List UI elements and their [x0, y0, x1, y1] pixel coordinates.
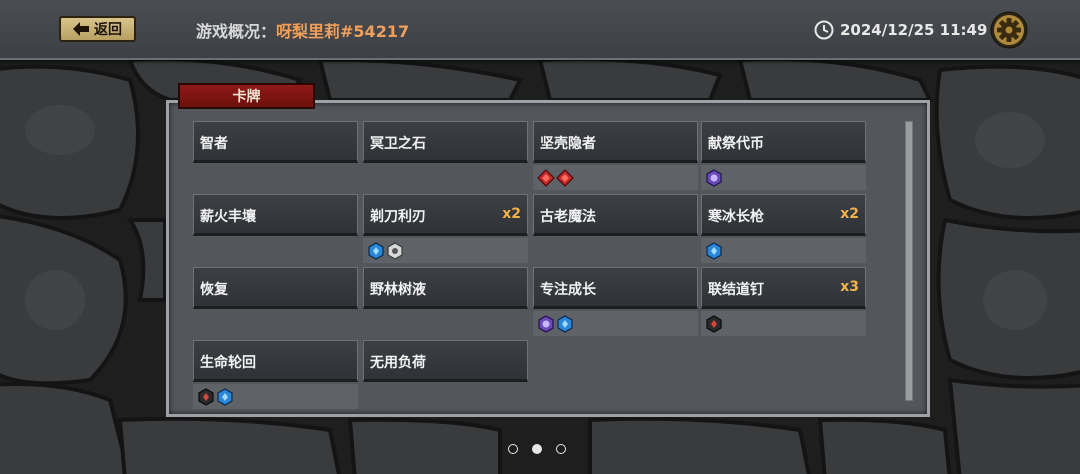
- card-name: 专注成长: [540, 282, 596, 298]
- card-button[interactable]: 无用负荷: [363, 340, 528, 382]
- card-gem-tray: [701, 238, 866, 263]
- card-cell: 薪火丰壤: [193, 194, 358, 266]
- player-name: 呀梨里莉#54217: [276, 22, 410, 41]
- card-button[interactable]: 野林树液: [363, 267, 528, 309]
- card-button[interactable]: 薪火丰壤: [193, 194, 358, 236]
- card-name: 无用负荷: [370, 355, 426, 371]
- black-hex-gem-icon: [705, 314, 723, 333]
- card-button[interactable]: 坚壳隐者: [533, 121, 698, 163]
- page-dot-3[interactable]: [556, 444, 566, 454]
- blue-hex-gem-icon: [367, 241, 385, 260]
- card-multiplier: x2: [502, 206, 521, 222]
- card-cell: 恢复: [193, 267, 358, 339]
- page-dot-1[interactable]: [508, 444, 518, 454]
- card-cell: 无用负荷: [363, 340, 528, 412]
- card-gem-tray: [533, 165, 698, 190]
- card-name: 寒冰长枪: [708, 209, 764, 225]
- clock-icon: [814, 20, 834, 40]
- scrollbar-thumb[interactable]: [906, 122, 912, 400]
- card-button[interactable]: 寒冰长枪 x2: [701, 194, 866, 236]
- card-cell: 智者: [193, 121, 358, 193]
- card-cell: 联结道钉 x3: [701, 267, 866, 339]
- purple-hex-gem-icon: [705, 168, 723, 187]
- card-cell: 专注成长: [533, 267, 698, 339]
- card-name: 冥卫之石: [370, 136, 426, 152]
- card-gem-tray: [701, 311, 866, 336]
- card-button[interactable]: 联结道钉 x3: [701, 267, 866, 309]
- card-name: 恢复: [200, 282, 228, 298]
- red-diamond-gem-icon: [556, 168, 574, 187]
- settings-gear-icon[interactable]: [990, 11, 1028, 49]
- card-name: 联结道钉: [708, 282, 764, 298]
- card-button[interactable]: 冥卫之石: [363, 121, 528, 163]
- back-button[interactable]: 返回: [59, 16, 136, 42]
- card-name: 古老魔法: [540, 209, 596, 225]
- card-cell: 野林树液: [363, 267, 528, 339]
- card-name: 坚壳隐者: [540, 136, 596, 152]
- card-name: 剃刀利刃: [370, 209, 426, 225]
- card-multiplier: x2: [840, 206, 859, 222]
- card-button[interactable]: 古老魔法: [533, 194, 698, 236]
- red-diamond-gem-icon: [537, 168, 555, 187]
- purple-hex-gem-icon: [537, 314, 555, 333]
- card-gem-tray: [363, 238, 528, 263]
- card-button[interactable]: 专注成长: [533, 267, 698, 309]
- card-cell: 古老魔法: [533, 194, 698, 266]
- card-button[interactable]: 剃刀利刃 x2: [363, 194, 528, 236]
- arrow-left-icon: [73, 22, 89, 36]
- black-hex-gem-icon: [197, 387, 215, 406]
- card-name: 野林树液: [370, 282, 426, 298]
- page-title: 游戏概况：呀梨里莉#54217: [196, 18, 409, 42]
- top-bar: 返回 游戏概况：呀梨里莉#54217 2024/12/25 11:49: [0, 0, 1080, 60]
- card-name: 献祭代币: [708, 136, 764, 152]
- blue-hex-gem-icon: [705, 241, 723, 260]
- card-button[interactable]: 生命轮回: [193, 340, 358, 382]
- card-name: 智者: [200, 136, 228, 152]
- card-cell: 献祭代币: [701, 121, 866, 193]
- scrollbar[interactable]: [905, 121, 913, 401]
- page-indicator: [508, 444, 566, 454]
- card-gem-tray: [533, 311, 698, 336]
- card-button[interactable]: 恢复: [193, 267, 358, 309]
- back-button-label: 返回: [94, 22, 122, 38]
- card-button[interactable]: 献祭代币: [701, 121, 866, 163]
- card-gem-tray: [701, 165, 866, 190]
- card-cell: 剃刀利刃 x2: [363, 194, 528, 266]
- white-hex-gem-icon: [386, 241, 404, 260]
- card-cell: 坚壳隐者: [533, 121, 698, 193]
- card-cell: 寒冰长枪 x2: [701, 194, 866, 266]
- page-dot-2[interactable]: [532, 444, 542, 454]
- datetime: 2024/12/25 11:49: [840, 21, 988, 39]
- card-button[interactable]: 智者: [193, 121, 358, 163]
- tab-cards[interactable]: 卡牌: [178, 83, 315, 109]
- card-cell: 冥卫之石: [363, 121, 528, 193]
- card-gem-tray: [193, 384, 358, 409]
- card-cell: 生命轮回: [193, 340, 358, 412]
- card-multiplier: x3: [840, 279, 859, 295]
- blue-hex-gem-icon: [556, 314, 574, 333]
- title-prefix: 游戏概况：: [196, 22, 277, 41]
- card-name: 薪火丰壤: [200, 209, 256, 225]
- blue-hex-gem-icon: [216, 387, 234, 406]
- card-name: 生命轮回: [200, 355, 256, 371]
